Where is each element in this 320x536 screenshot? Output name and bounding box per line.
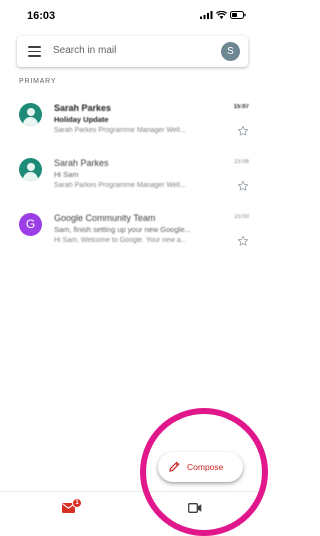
status-time: 16:03 xyxy=(27,10,56,22)
pencil-icon xyxy=(169,461,180,472)
mail-list-item[interactable]: G Google Community Team 15:00 Sam, finis… xyxy=(0,205,265,260)
mail-sender: Sarah Parkes xyxy=(54,158,109,168)
bottom-nav-divider xyxy=(0,491,265,492)
status-icons xyxy=(200,11,246,19)
signal-icon xyxy=(200,11,213,19)
account-avatar[interactable]: S xyxy=(221,42,240,61)
unread-badge: 1 xyxy=(72,498,82,508)
mail-snippet: Sarah Parkes Programme Manager Well... xyxy=(54,127,186,134)
wifi-icon xyxy=(216,11,227,19)
mail-list-item[interactable]: Sarah Parkes 15:07 Holiday Update Sarah … xyxy=(0,95,265,150)
battery-icon xyxy=(230,11,246,19)
status-bar: 16:03 xyxy=(0,0,265,30)
mail-snippet: Hi Sam, Welcome to Google. Your new a... xyxy=(54,237,187,244)
section-label-primary: PRIMARY xyxy=(19,78,57,85)
mail-time: 15:00 xyxy=(233,214,249,220)
sender-avatar[interactable] xyxy=(19,158,42,181)
video-icon[interactable] xyxy=(188,503,202,513)
mail-time: 15:06 xyxy=(233,159,249,165)
compose-button[interactable]: Compose xyxy=(158,452,243,482)
mail-list-item[interactable]: Sarah Parkes 15:06 Hi Sam Sarah Parkes P… xyxy=(0,150,265,205)
star-icon[interactable] xyxy=(237,180,249,192)
menu-icon[interactable] xyxy=(28,46,41,57)
search-bar[interactable]: Search in mail S xyxy=(17,36,248,67)
mail-snippet: Sarah Parkes Programme Manager Well... xyxy=(54,182,186,189)
compose-label: Compose xyxy=(187,462,224,472)
mail-sender: Google Community Team xyxy=(54,213,156,223)
mail-time: 15:07 xyxy=(233,104,249,110)
mail-subject: Sam, finish setting up your new Google..… xyxy=(54,225,191,234)
mail-list: Sarah Parkes 15:07 Holiday Update Sarah … xyxy=(0,95,265,260)
mail-subject: Holiday Update xyxy=(54,115,109,124)
mail-subject: Hi Sam xyxy=(54,170,79,179)
star-icon[interactable] xyxy=(237,235,249,247)
sender-avatar[interactable] xyxy=(19,103,42,126)
star-icon[interactable] xyxy=(237,125,249,137)
sender-avatar[interactable]: G xyxy=(19,213,42,236)
search-input[interactable]: Search in mail xyxy=(53,45,116,56)
mail-sender: Sarah Parkes xyxy=(54,103,112,113)
